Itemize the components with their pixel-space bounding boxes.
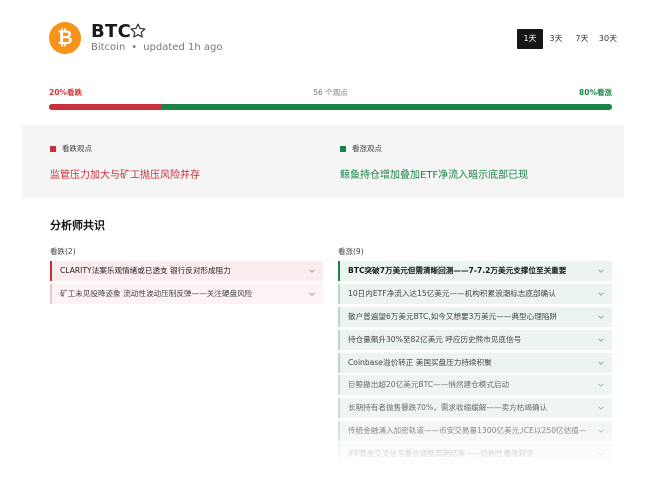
bullish-item-text: 长期持有者抛售暴跌70%，需求收缩缓解——卖方枯竭确认 (348, 403, 548, 413)
bearish-view-tag: 看跌观点 (50, 143, 200, 154)
chevron-down-icon (598, 429, 604, 434)
range-tab-30d[interactable]: 30天 (595, 29, 621, 49)
coin-header: ₿ BTC Bitcoin • updated 1h ago 1天 3天 7天 30… (49, 21, 621, 61)
bearish-item[interactable]: CLARITY法案乐观情绪或已透支 银行反对形成阻力 (50, 261, 323, 281)
sentiment-summary: 20%看跌 56 个观点 80%看涨 (49, 87, 612, 110)
opinion-count: 56 个观点 (313, 88, 348, 97)
bearish-item-text: CLARITY法案乐观情绪或已透支 银行反对形成阻力 (60, 266, 231, 275)
bearish-view-title: 监管压力加大与矿工抛压风险并存 (50, 170, 200, 181)
bearish-item-text: 矿工未见投降迹象 流动性波动压制反弹——关注硬盘风险 (60, 288, 253, 298)
bullish-item-text: IFP黄金交叉信号最长调整周期结束——结构性看涨转变 (348, 449, 534, 459)
bullish-item[interactable]: 巨鲸撤出超20亿美元BTC——悄然建仓模式启动 (338, 375, 612, 396)
bullish-view-title: 鲸鱼持仓增加叠加ETF净流入暗示底部已现 (340, 170, 529, 181)
bullish-item-text: 散户普遍望6万美元BTC,如今又想要3万美元——典型心理陷阱 (348, 311, 558, 321)
consensus-title: 分析师共识 (50, 219, 105, 232)
bullish-column-header: 看涨(9) (338, 247, 364, 256)
bearish-list: CLARITY法案乐观情绪或已透支 银行反对形成阻力 矿工未见投降迹象 流动性波… (50, 261, 323, 307)
red-square-icon (50, 145, 56, 152)
chevron-down-icon (598, 406, 604, 411)
bullish-item[interactable]: Coinbase溢价转正 美国买盘压力持续积聚 (338, 352, 612, 373)
green-square-icon (340, 145, 346, 152)
chevron-down-icon (598, 338, 604, 342)
page: ₿ BTC Bitcoin • updated 1h ago 1天 3天 7天 30… (0, 0, 651, 477)
bullish-item[interactable]: 散户普遍望6万美元BTC,如今又想要3万美元——典型心理陷阱 (338, 306, 612, 327)
coin-name: Bitcoin (91, 42, 126, 53)
bearish-view-label: 看跌观点 (62, 144, 92, 153)
bullish-fill (161, 104, 612, 110)
coin-subtitle: Bitcoin • updated 1h ago (91, 42, 222, 53)
bullish-item-text: 巨鲸撤出超20亿美元BTC——悄然建仓模式启动 (348, 380, 510, 390)
chevron-down-icon (598, 315, 604, 319)
bullish-item-text: 传统金融涌入加密轨道——币安交易量1300亿美元,ICE以250亿估值— (348, 426, 587, 436)
range-tab-1d[interactable]: 1天 (517, 29, 543, 49)
bullish-item[interactable]: 持仓量飙升30%至82亿美元 呼应历史熊市见底信号 (338, 329, 612, 350)
bullish-view: 看涨观点 鲸鱼持仓增加叠加ETF净流入暗示底部已现 (340, 143, 528, 181)
bearish-percent: 20%看跌 (49, 88, 82, 97)
chevron-down-icon (309, 269, 315, 273)
bullish-item-text: 持仓量飙升30%至82亿美元 呼应历史熊市见底信号 (348, 334, 522, 344)
sentiment-labels: 20%看跌 56 个观点 80%看涨 (49, 87, 612, 99)
time-range-tabs: 1天 3天 7天 30天 (517, 29, 621, 49)
bullish-item[interactable]: IFP黄金交叉信号最长调整周期结束——结构性看涨转变 (338, 444, 612, 465)
bearish-view: 看跌观点 监管压力加大与矿工抛压风险并存 (50, 143, 200, 181)
bullish-item-text: BTC突破7万美元但需清晰回测——7-7.2万美元支撑位至关重要 (348, 266, 567, 275)
separator-dot: • (131, 42, 138, 53)
bearish-column-header: 看跌(2) (50, 247, 76, 256)
bullish-list: BTC突破7万美元但需清晰回测——7-7.2万美元支撑位至关重要 10日内ETF… (338, 261, 612, 467)
bearish-fill (49, 104, 162, 110)
chevron-down-icon (598, 383, 604, 388)
views-panel: 看跌观点 监管压力加大与矿工抛压风险并存 看涨观点 鲸鱼持仓增加叠加ETF净流入… (22, 125, 624, 198)
range-tab-3d[interactable]: 3天 (543, 29, 569, 49)
range-tab-7d[interactable]: 7天 (569, 29, 595, 49)
bullish-item[interactable]: 长期持有者抛售暴跌70%，需求收缩缓解——卖方枯竭确认 (338, 398, 612, 419)
bullish-item-text: Coinbase溢价转正 美国买盘压力持续积聚 (348, 357, 492, 367)
bullish-percent: 80%看涨 (579, 88, 612, 97)
chevron-down-icon (598, 452, 604, 456)
bullish-view-label: 看涨观点 (352, 144, 382, 153)
analyst-consensus: 分析师共识 看跌(2) 看涨(9) CLARITY法案乐观情绪或已透支 银行反对… (22, 198, 624, 467)
coin-ticker: BTC (91, 21, 132, 42)
bullish-item[interactable]: BTC突破7万美元但需清晰回测——7-7.2万美元支撑位至关重要 (338, 261, 612, 281)
bullish-item-text: 10日内ETF净流入达15亿美元——机构积累浪潮标志底部确认 (348, 288, 556, 298)
bullish-view-tag: 看涨观点 (340, 143, 528, 154)
updated-time: updated 1h ago (143, 42, 223, 53)
sentiment-bar (49, 104, 612, 110)
chevron-down-icon (598, 361, 604, 365)
chevron-down-icon (598, 269, 604, 273)
star-outline-icon[interactable] (129, 22, 147, 40)
bullish-item[interactable]: 传统金融涌入加密轨道——币安交易量1300亿美元,ICE以250亿估值— (338, 421, 612, 442)
chevron-down-icon (598, 292, 604, 296)
bearish-item[interactable]: 矿工未见投降迹象 流动性波动压制反弹——关注硬盘风险 (50, 283, 323, 304)
bullish-item[interactable]: 10日内ETF净流入达15亿美元——机构积累浪潮标志底部确认 (338, 283, 612, 304)
chevron-down-icon (309, 292, 315, 296)
bitcoin-logo-icon: ₿ (49, 22, 81, 54)
